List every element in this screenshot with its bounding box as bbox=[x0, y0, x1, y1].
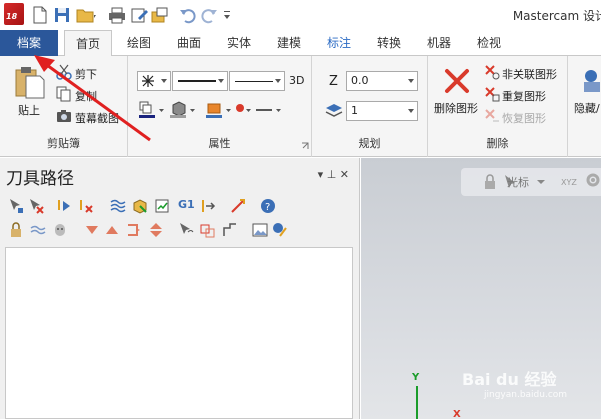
annotation-arrow bbox=[34, 55, 151, 142]
